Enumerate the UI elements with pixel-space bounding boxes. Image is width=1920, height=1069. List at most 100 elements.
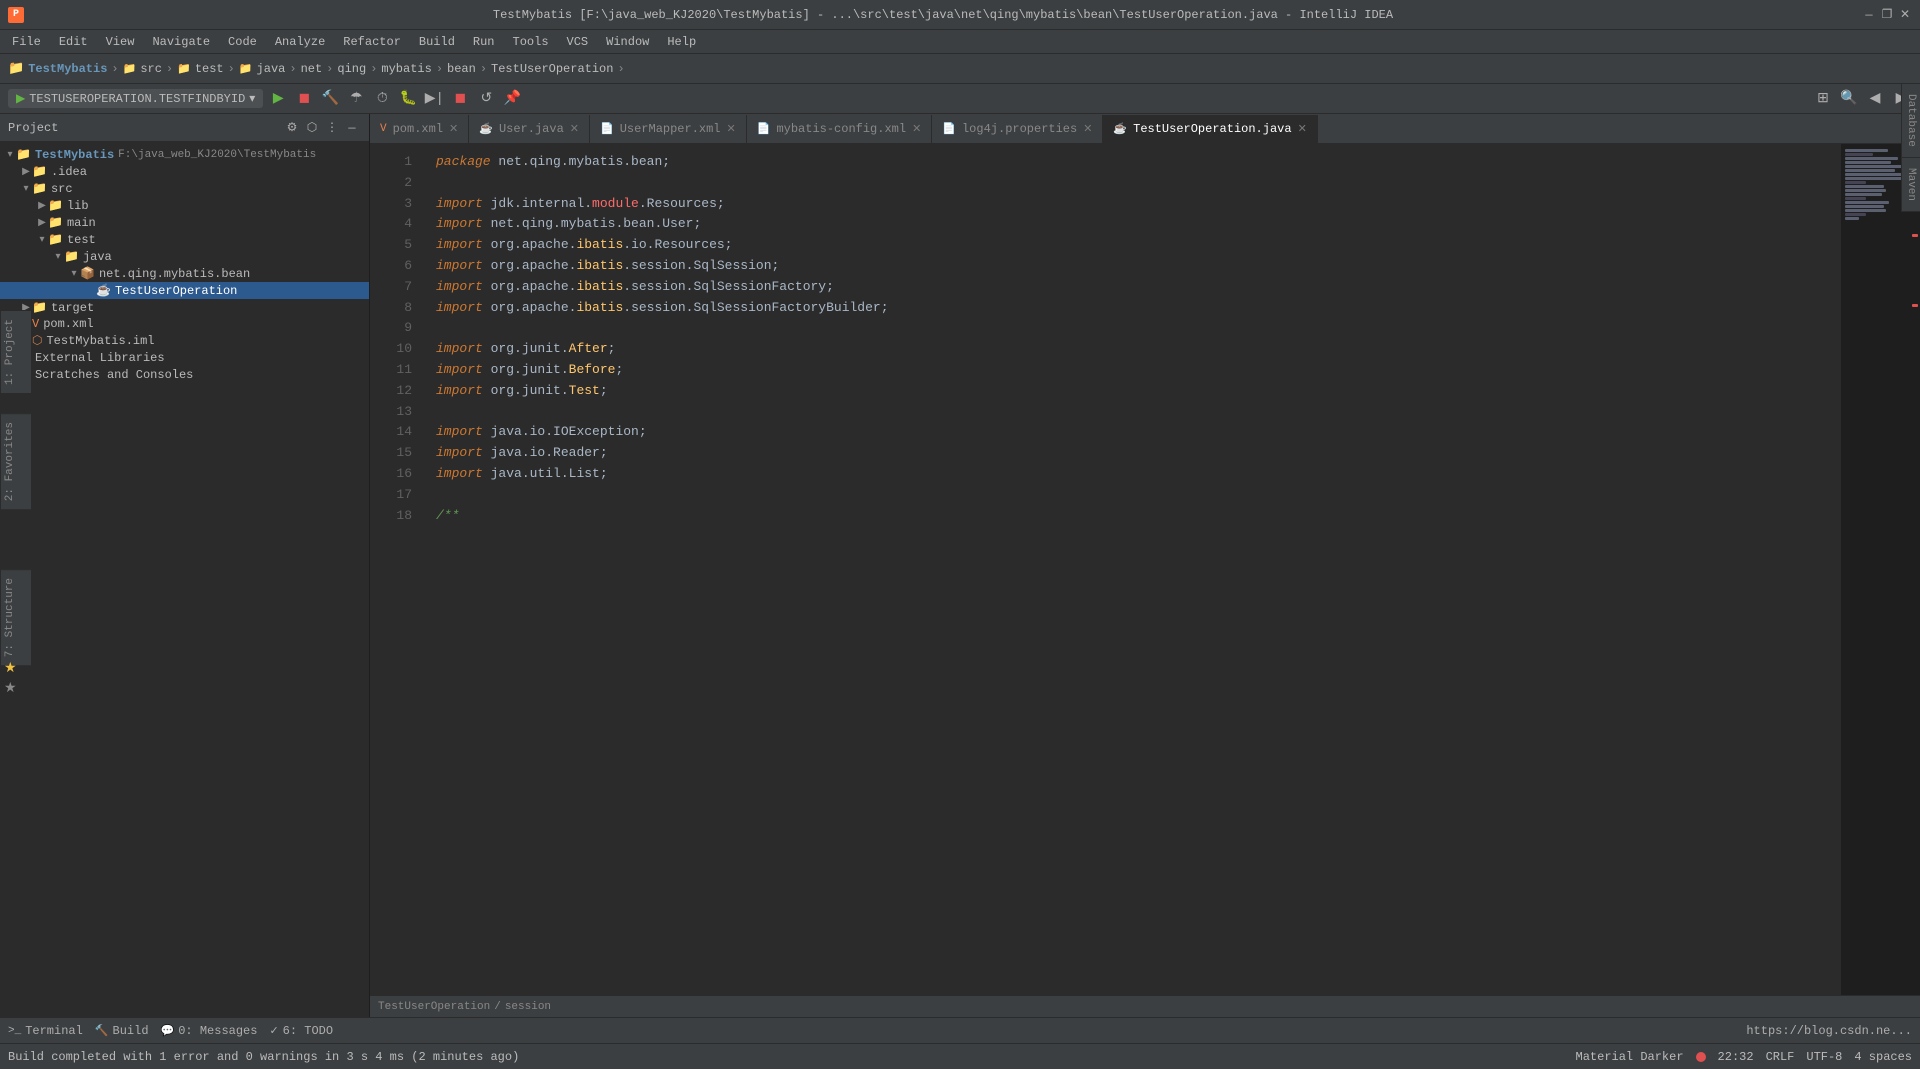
tab-log4j-close[interactable]: ✕: [1083, 122, 1092, 136]
run-debug-button[interactable]: ▶|: [423, 88, 445, 110]
todo-label: 6: TODO: [283, 1024, 333, 1038]
tree-idea[interactable]: ▶ 📁 .idea: [0, 163, 369, 180]
code-line-3: import jdk.internal.module.Resources;: [436, 194, 1840, 215]
status-indent[interactable]: 4 spaces: [1854, 1050, 1912, 1064]
menu-edit[interactable]: Edit: [51, 33, 96, 51]
tab-user-close[interactable]: ✕: [570, 122, 579, 136]
tree-main[interactable]: ▶ 📁 main: [0, 214, 369, 231]
ln-2: 2: [370, 173, 412, 194]
nav-java[interactable]: java: [257, 62, 286, 76]
tree-iml[interactable]: ⬡ TestMybatis.iml: [0, 332, 369, 349]
tab-usermapper[interactable]: 📄 UserMapper.xml ✕: [590, 115, 747, 143]
code-line-17: [436, 485, 1840, 506]
tab-mybatis-config[interactable]: 📄 mybatis-config.xml ✕: [747, 115, 933, 143]
menu-run[interactable]: Run: [465, 33, 503, 51]
bottom-breadcrumb: TestUserOperation / session: [370, 995, 1920, 1017]
menu-analyze[interactable]: Analyze: [267, 33, 333, 51]
todo-button[interactable]: ✓ 6: TODO: [269, 1024, 333, 1038]
minimap[interactable]: [1840, 144, 1920, 995]
tree-target[interactable]: ▶ 📁 target: [0, 299, 369, 316]
tree-java[interactable]: ▾ 📁 java: [0, 248, 369, 265]
menu-file[interactable]: File: [4, 33, 49, 51]
tree-lib[interactable]: ▶ 📁 lib: [0, 197, 369, 214]
profile-button[interactable]: ⏱: [371, 88, 393, 110]
menu-window[interactable]: Window: [598, 33, 657, 51]
sidebar-settings-btn[interactable]: ⚙: [283, 119, 301, 137]
menu-refactor[interactable]: Refactor: [335, 33, 409, 51]
close-button[interactable]: ✕: [1898, 8, 1912, 22]
stop2-button[interactable]: ◼: [449, 88, 471, 110]
build-button[interactable]: 🔨: [319, 88, 341, 110]
nav-icon1[interactable]: ◀: [1864, 88, 1886, 110]
stop-button[interactable]: ◼: [293, 88, 315, 110]
nav-mybatis[interactable]: mybatis: [381, 62, 431, 76]
database-panel-tab[interactable]: Database: [1901, 84, 1920, 158]
build-tool-icon: 🔨: [95, 1024, 109, 1038]
tab-pom-close[interactable]: ✕: [449, 122, 458, 136]
tab-mybatis-close[interactable]: ✕: [912, 122, 921, 136]
menu-view[interactable]: View: [98, 33, 143, 51]
sidebar-expand-btn[interactable]: ⬡: [303, 119, 321, 137]
main-arrow: ▶: [36, 217, 48, 229]
code-content[interactable]: package net.qing.mybatis.bean; import jd…: [420, 144, 1840, 995]
nav-src[interactable]: src: [140, 62, 162, 76]
tab-usermapper-close[interactable]: ✕: [727, 122, 736, 136]
pin-button[interactable]: 📌: [501, 88, 523, 110]
tab-log4j[interactable]: 📄 log4j.properties ✕: [932, 115, 1103, 143]
menu-tools[interactable]: Tools: [505, 33, 557, 51]
nav-net[interactable]: net: [301, 62, 323, 76]
breadcrumb-file: TestUserOperation: [378, 1001, 490, 1013]
status-encoding[interactable]: UTF-8: [1806, 1050, 1842, 1064]
java-tree-label: java: [83, 250, 112, 264]
debug-button[interactable]: 🐛: [397, 88, 419, 110]
bottom-url[interactable]: https://blog.csdn.ne...: [1746, 1024, 1912, 1038]
favorites-tool-tab[interactable]: 2: Favorites: [0, 413, 31, 509]
tree-pom[interactable]: V pom.xml: [0, 316, 369, 332]
java-icon: 📁: [239, 62, 253, 76]
maven-panel-tab[interactable]: Maven: [1901, 158, 1920, 212]
project-name[interactable]: TestMybatis: [28, 62, 107, 76]
terminal-button[interactable]: >_ Terminal: [8, 1024, 83, 1038]
layout-button[interactable]: ⊞: [1812, 88, 1834, 110]
tree-src[interactable]: ▾ 📁 src: [0, 180, 369, 197]
menu-vcs[interactable]: VCS: [559, 33, 597, 51]
structure-tool-tab[interactable]: 7: Structure: [0, 569, 31, 665]
tab-user[interactable]: ☕ User.java ✕: [469, 115, 590, 143]
favorites-star-icon[interactable]: ★: [4, 660, 17, 677]
menu-code[interactable]: Code: [220, 33, 265, 51]
build-tool-button[interactable]: 🔨 Build: [95, 1024, 149, 1038]
run-config-selector[interactable]: ▶ TESTUSEROPERATION.TESTFINDBYID ▾: [8, 89, 263, 108]
search-button[interactable]: 🔍: [1838, 88, 1860, 110]
tree-scratches[interactable]: 📝 Scratches and Consoles: [0, 366, 369, 383]
tree-package[interactable]: ▾ 📦 net.qing.mybatis.bean: [0, 265, 369, 282]
menu-build[interactable]: Build: [411, 33, 463, 51]
run-toolbar: ▶ TESTUSEROPERATION.TESTFINDBYID ▾ ▶ ◼ 🔨…: [0, 84, 1920, 114]
menu-help[interactable]: Help: [659, 33, 704, 51]
nav-bean[interactable]: bean: [447, 62, 476, 76]
tab-pom[interactable]: V pom.xml ✕: [370, 115, 469, 143]
sidebar-options-btn[interactable]: ⋮: [323, 119, 341, 137]
minimize-button[interactable]: —: [1862, 8, 1876, 22]
tree-test[interactable]: ▾ 📁 test: [0, 231, 369, 248]
coverage-button[interactable]: ☂: [345, 88, 367, 110]
status-line-ending[interactable]: CRLF: [1766, 1050, 1795, 1064]
ln-6: 6: [370, 256, 412, 277]
tab-tuo-close[interactable]: ✕: [1298, 122, 1307, 136]
run-config-dropdown[interactable]: ▾: [249, 91, 255, 106]
idea-arrow: ▶: [20, 166, 32, 178]
rerun-button[interactable]: ↺: [475, 88, 497, 110]
sidebar-hide-btn[interactable]: —: [343, 119, 361, 137]
maximize-button[interactable]: ❐: [1880, 8, 1894, 22]
nav-test[interactable]: test: [195, 62, 224, 76]
tree-testuseroperation[interactable]: ☕ TestUserOperation: [0, 282, 369, 299]
nav-file[interactable]: TestUserOperation: [491, 62, 613, 76]
menu-navigate[interactable]: Navigate: [144, 33, 218, 51]
project-tool-tab[interactable]: 1: Project: [0, 310, 31, 393]
run-button[interactable]: ▶: [267, 88, 289, 110]
messages-button[interactable]: 💬 0: Messages: [161, 1024, 258, 1038]
tab-testuseroperation[interactable]: ☕ TestUserOperation.java ✕: [1103, 115, 1317, 143]
nav-qing[interactable]: qing: [337, 62, 366, 76]
tree-root[interactable]: ▾ 📁 TestMybatis F:\java_web_KJ2020\TestM…: [0, 146, 369, 163]
tree-ext-libs[interactable]: ▶ 📚 External Libraries: [0, 349, 369, 366]
status-theme[interactable]: Material Darker: [1576, 1050, 1684, 1064]
